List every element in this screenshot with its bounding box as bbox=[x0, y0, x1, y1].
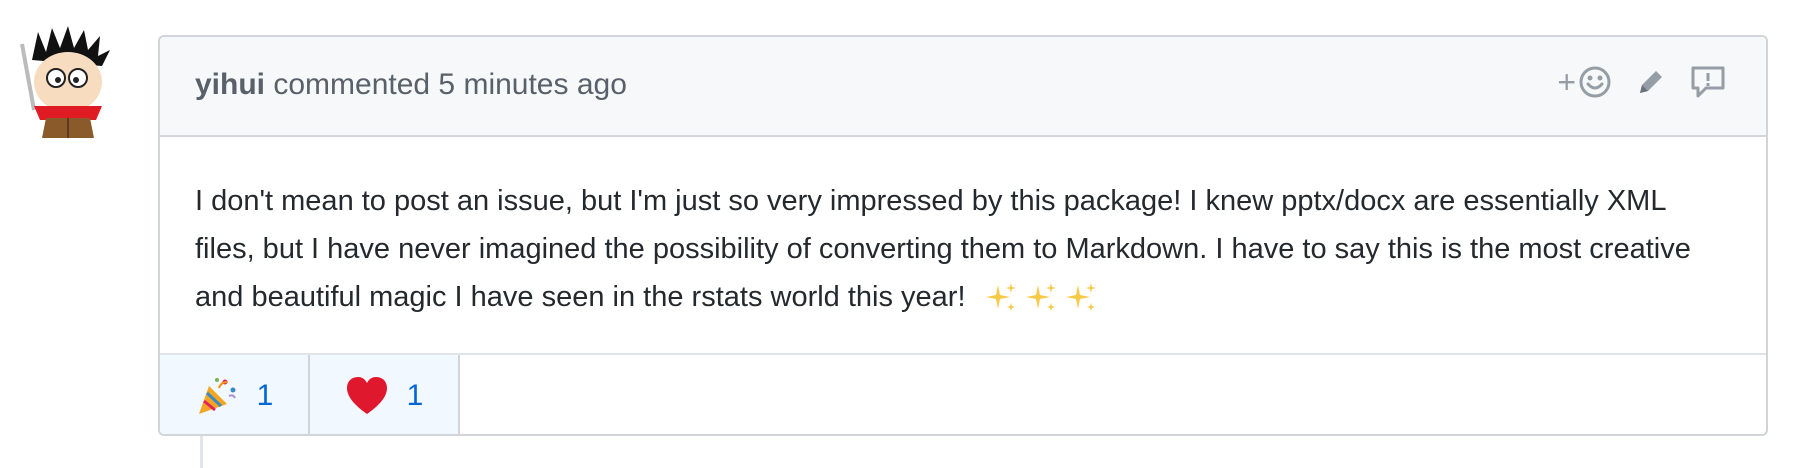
add-reaction-button[interactable]: + bbox=[1557, 65, 1612, 99]
comment-body: I don't mean to post an issue, but I'm j… bbox=[195, 177, 1731, 321]
comment-header: yihui commented 5 minutes ago + bbox=[160, 37, 1766, 137]
reaction-count: 1 bbox=[256, 378, 274, 412]
report-icon bbox=[1691, 66, 1725, 98]
timeline-line bbox=[200, 436, 203, 468]
sparkles-emoji bbox=[985, 283, 1016, 312]
reaction-heart[interactable]: 1 bbox=[310, 355, 460, 434]
avatar-image bbox=[20, 26, 110, 138]
comment-text: I don't mean to post an issue, but I'm j… bbox=[195, 185, 1691, 313]
smiley-icon bbox=[1579, 66, 1611, 98]
sparkles-emoji bbox=[1025, 283, 1056, 312]
comment-actions: + bbox=[1557, 65, 1726, 99]
report-button[interactable] bbox=[1690, 65, 1726, 99]
edit-button[interactable] bbox=[1634, 65, 1668, 99]
reactions-bar: 1 1 bbox=[160, 353, 1766, 434]
comment-meta: yihui commented 5 minutes ago bbox=[195, 68, 627, 102]
sparkles-group bbox=[984, 281, 1098, 315]
comment-box: yihui commented 5 minutes ago + I don't … bbox=[158, 35, 1768, 436]
heart-emoji bbox=[346, 376, 387, 414]
reaction-tada[interactable]: 1 bbox=[160, 355, 310, 434]
avatar[interactable] bbox=[16, 26, 120, 138]
reaction-count: 1 bbox=[406, 378, 424, 412]
plus-icon: + bbox=[1557, 64, 1576, 100]
sparkles-emoji bbox=[1065, 283, 1096, 312]
author-link[interactable]: yihui bbox=[195, 68, 265, 101]
pencil-icon bbox=[1640, 71, 1662, 93]
comment-timestamp[interactable]: commented 5 minutes ago bbox=[273, 68, 627, 101]
tada-emoji bbox=[198, 377, 236, 414]
